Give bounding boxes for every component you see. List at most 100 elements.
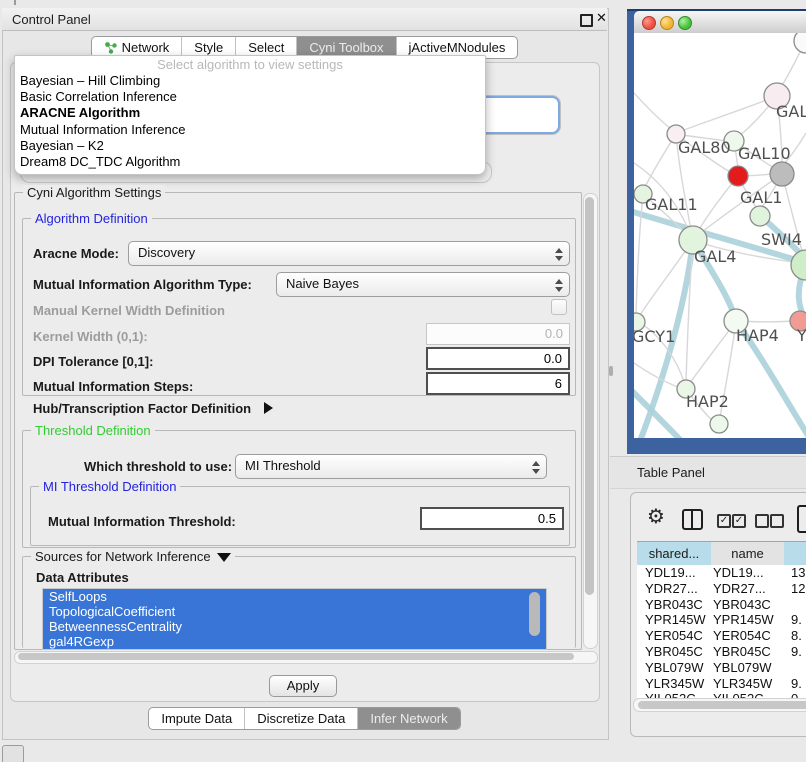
network-node[interactable] bbox=[728, 166, 748, 186]
document-icon[interactable] bbox=[797, 505, 806, 533]
mi-algorithm-type-combobox[interactable]: Naive Bayes bbox=[276, 272, 570, 297]
dropdown-item-bayesian-hill-climbing[interactable]: Bayesian – Hill Climbing bbox=[15, 73, 485, 89]
network-edge[interactable] bbox=[634, 93, 672, 130]
table-panel-window: ⚙ ✓ ✓ shared...name YDL19...YDL19...13YD… bbox=[630, 492, 806, 737]
table-horizontal-scrollbar-track[interactable] bbox=[633, 698, 806, 712]
control-panel-title: Control Panel bbox=[12, 12, 91, 27]
attribute-item-topologicalcoefficient[interactable]: TopologicalCoefficient bbox=[43, 604, 546, 619]
tab-infer-network[interactable]: Infer Network bbox=[357, 708, 459, 729]
apply-button[interactable]: Apply bbox=[269, 675, 337, 697]
tab-label: jActiveMNodules bbox=[409, 40, 506, 55]
attribute-item-selfloops[interactable]: SelfLoops bbox=[43, 589, 546, 604]
attributes-list-scrollbar[interactable] bbox=[529, 592, 540, 636]
table-row[interactable]: YBR045CYBR045C9. bbox=[637, 644, 806, 660]
node-label-gal1: GAL1 bbox=[740, 188, 782, 207]
data-attributes-list[interactable]: SelfLoopsTopologicalCoefficientBetweenne… bbox=[42, 588, 547, 650]
hub-transcription-label: Hub/Transcription Factor Definition bbox=[33, 401, 251, 416]
tab-impute-data[interactable]: Impute Data bbox=[149, 708, 244, 729]
table-cell: YDL19... bbox=[713, 565, 784, 581]
dropdown-item-bayesian-k2[interactable]: Bayesian – K2 bbox=[15, 138, 485, 154]
settings-horizontal-scrollbar-thumb[interactable] bbox=[18, 653, 574, 660]
collapsed-arrow-icon[interactable] bbox=[264, 402, 273, 414]
node-label-swi4: SWI4 bbox=[761, 230, 802, 249]
network-node[interactable] bbox=[791, 250, 806, 280]
aracne-mode-value: Discovery bbox=[138, 245, 195, 260]
table-row[interactable]: YDL19...YDL19...13 bbox=[637, 565, 806, 581]
close-traffic-light-icon[interactable] bbox=[642, 16, 656, 30]
dropdown-item-dream8-dc-tdc-algorithm[interactable]: Dream8 DC_TDC Algorithm bbox=[15, 154, 485, 170]
node-label-gal4: GAL4 bbox=[694, 247, 736, 266]
checked-checkbox-icon[interactable]: ✓ bbox=[732, 514, 746, 528]
network-node-gal1[interactable] bbox=[750, 206, 770, 226]
table-panel-header: Table Panel bbox=[610, 456, 806, 489]
table-row[interactable]: YDR27...YDR27...12 bbox=[637, 581, 806, 597]
zoom-traffic-light-icon[interactable] bbox=[678, 16, 692, 30]
node-label-hap2: HAP2 bbox=[686, 392, 729, 411]
table-row[interactable]: YLR345WYLR345W9. bbox=[637, 676, 806, 692]
sources-group-title[interactable]: Sources for Network Inference bbox=[31, 549, 235, 564]
which-threshold-value: MI Threshold bbox=[245, 458, 321, 473]
column-split-icon[interactable] bbox=[682, 509, 703, 530]
network-graph[interactable]: GAL7GAL80GAL10GAL1GAL11SWI4GAL4GCY1HAP4Y… bbox=[634, 33, 806, 438]
mi-steps-label: Mutual Information Steps: bbox=[33, 379, 193, 394]
which-threshold-combobox[interactable]: MI Threshold bbox=[235, 454, 547, 479]
panel-splitter-handle[interactable] bbox=[609, 366, 613, 376]
bottom-left-button[interactable] bbox=[2, 745, 24, 762]
data-attributes-label: Data Attributes bbox=[36, 570, 129, 585]
network-node[interactable] bbox=[770, 162, 794, 186]
table-row[interactable]: YPR145WYPR145W9. bbox=[637, 612, 806, 628]
kernel-width-label: Kernel Width (0,1): bbox=[33, 329, 148, 344]
table-cell: 9. bbox=[791, 644, 806, 660]
column-header-name[interactable]: name bbox=[711, 541, 785, 566]
dropdown-item-basic-correlation-inference[interactable]: Basic Correlation Inference bbox=[15, 89, 485, 105]
network-node[interactable] bbox=[710, 415, 728, 433]
column-header-col2[interactable] bbox=[784, 541, 806, 566]
column-header-shared[interactable]: shared... bbox=[637, 541, 712, 566]
checked-checkbox-icon[interactable]: ✓ bbox=[717, 514, 731, 528]
network-node[interactable] bbox=[794, 33, 806, 53]
bottom-tab-group: Impute DataDiscretize Data Infer Network bbox=[148, 707, 460, 730]
float-window-icon[interactable] bbox=[580, 14, 593, 27]
tab-discretize-data[interactable]: Discretize Data bbox=[244, 708, 357, 729]
unchecked-checkbox-icon[interactable] bbox=[755, 514, 769, 528]
table-row[interactable]: YER054CYER054C8. bbox=[637, 628, 806, 644]
settings-vertical-scrollbar-track[interactable] bbox=[583, 193, 598, 649]
table-cell: YLR345W bbox=[713, 676, 784, 692]
network-canvas[interactable]: GAL7GAL80GAL10GAL1GAL11SWI4GAL4GCY1HAP4Y… bbox=[634, 33, 806, 438]
network-window-titlebar[interactable] bbox=[634, 11, 806, 34]
node-label-gcy1: GCY1 bbox=[634, 327, 675, 346]
mi-steps-field[interactable]: 6 bbox=[426, 372, 570, 395]
dropdown-prompt: Select algorithm to view settings bbox=[15, 56, 485, 73]
table-cell: YBR045C bbox=[645, 644, 711, 660]
dropdown-item-aracne-algorithm[interactable]: ARACNE Algorithm bbox=[15, 105, 485, 121]
kernel-width-field[interactable]: 0.0 bbox=[426, 323, 570, 345]
table-cell: YDL19... bbox=[645, 565, 711, 581]
close-icon[interactable]: ✕ bbox=[596, 10, 607, 26]
node-label-gal11: GAL11 bbox=[645, 195, 698, 214]
table-row[interactable]: YBR043CYBR043C bbox=[637, 597, 806, 613]
dpi-tolerance-field[interactable]: 0.0 bbox=[426, 347, 570, 370]
manual-kernel-width-checkbox[interactable] bbox=[551, 299, 567, 315]
bottom-tab-bar: Impute DataDiscretize Data Infer Network bbox=[2, 707, 607, 730]
table-row[interactable]: YIL052CYIL052C0. bbox=[637, 691, 806, 698]
unchecked-checkbox-icon[interactable] bbox=[770, 514, 784, 528]
settings-horizontal-scrollbar-track[interactable] bbox=[14, 651, 598, 664]
dropdown-item-list: Bayesian – Hill ClimbingBasic Correlatio… bbox=[15, 73, 485, 170]
table-horizontal-scrollbar-thumb[interactable] bbox=[638, 701, 806, 709]
dropdown-item-mutual-information-inference[interactable]: Mutual Information Inference bbox=[15, 122, 485, 138]
mi-threshold-field[interactable]: 0.5 bbox=[420, 507, 564, 530]
minimize-traffic-light-icon[interactable] bbox=[660, 16, 674, 30]
aracne-mode-label: Aracne Mode: bbox=[33, 246, 119, 261]
settings-vertical-scrollbar-thumb[interactable] bbox=[585, 197, 594, 595]
aracne-mode-combobox[interactable]: Discovery bbox=[128, 241, 570, 266]
table-row[interactable]: YBL079WYBL079W bbox=[637, 660, 806, 676]
attribute-item-gal4rgexp[interactable]: gal4RGexp bbox=[43, 634, 546, 649]
expanded-arrow-icon[interactable] bbox=[217, 553, 231, 562]
tab-label: Infer Network bbox=[370, 711, 447, 726]
hub-transcription-section-header[interactable]: Hub/Transcription Factor Definition bbox=[33, 400, 273, 418]
which-threshold-label: Which threshold to use: bbox=[84, 459, 232, 474]
attribute-item-betweennesscentrality[interactable]: BetweennessCentrality bbox=[43, 619, 546, 634]
table-cell: YBL079W bbox=[645, 660, 711, 676]
table-cell: YLR345W bbox=[645, 676, 711, 692]
gear-icon[interactable]: ⚙ bbox=[647, 507, 665, 527]
